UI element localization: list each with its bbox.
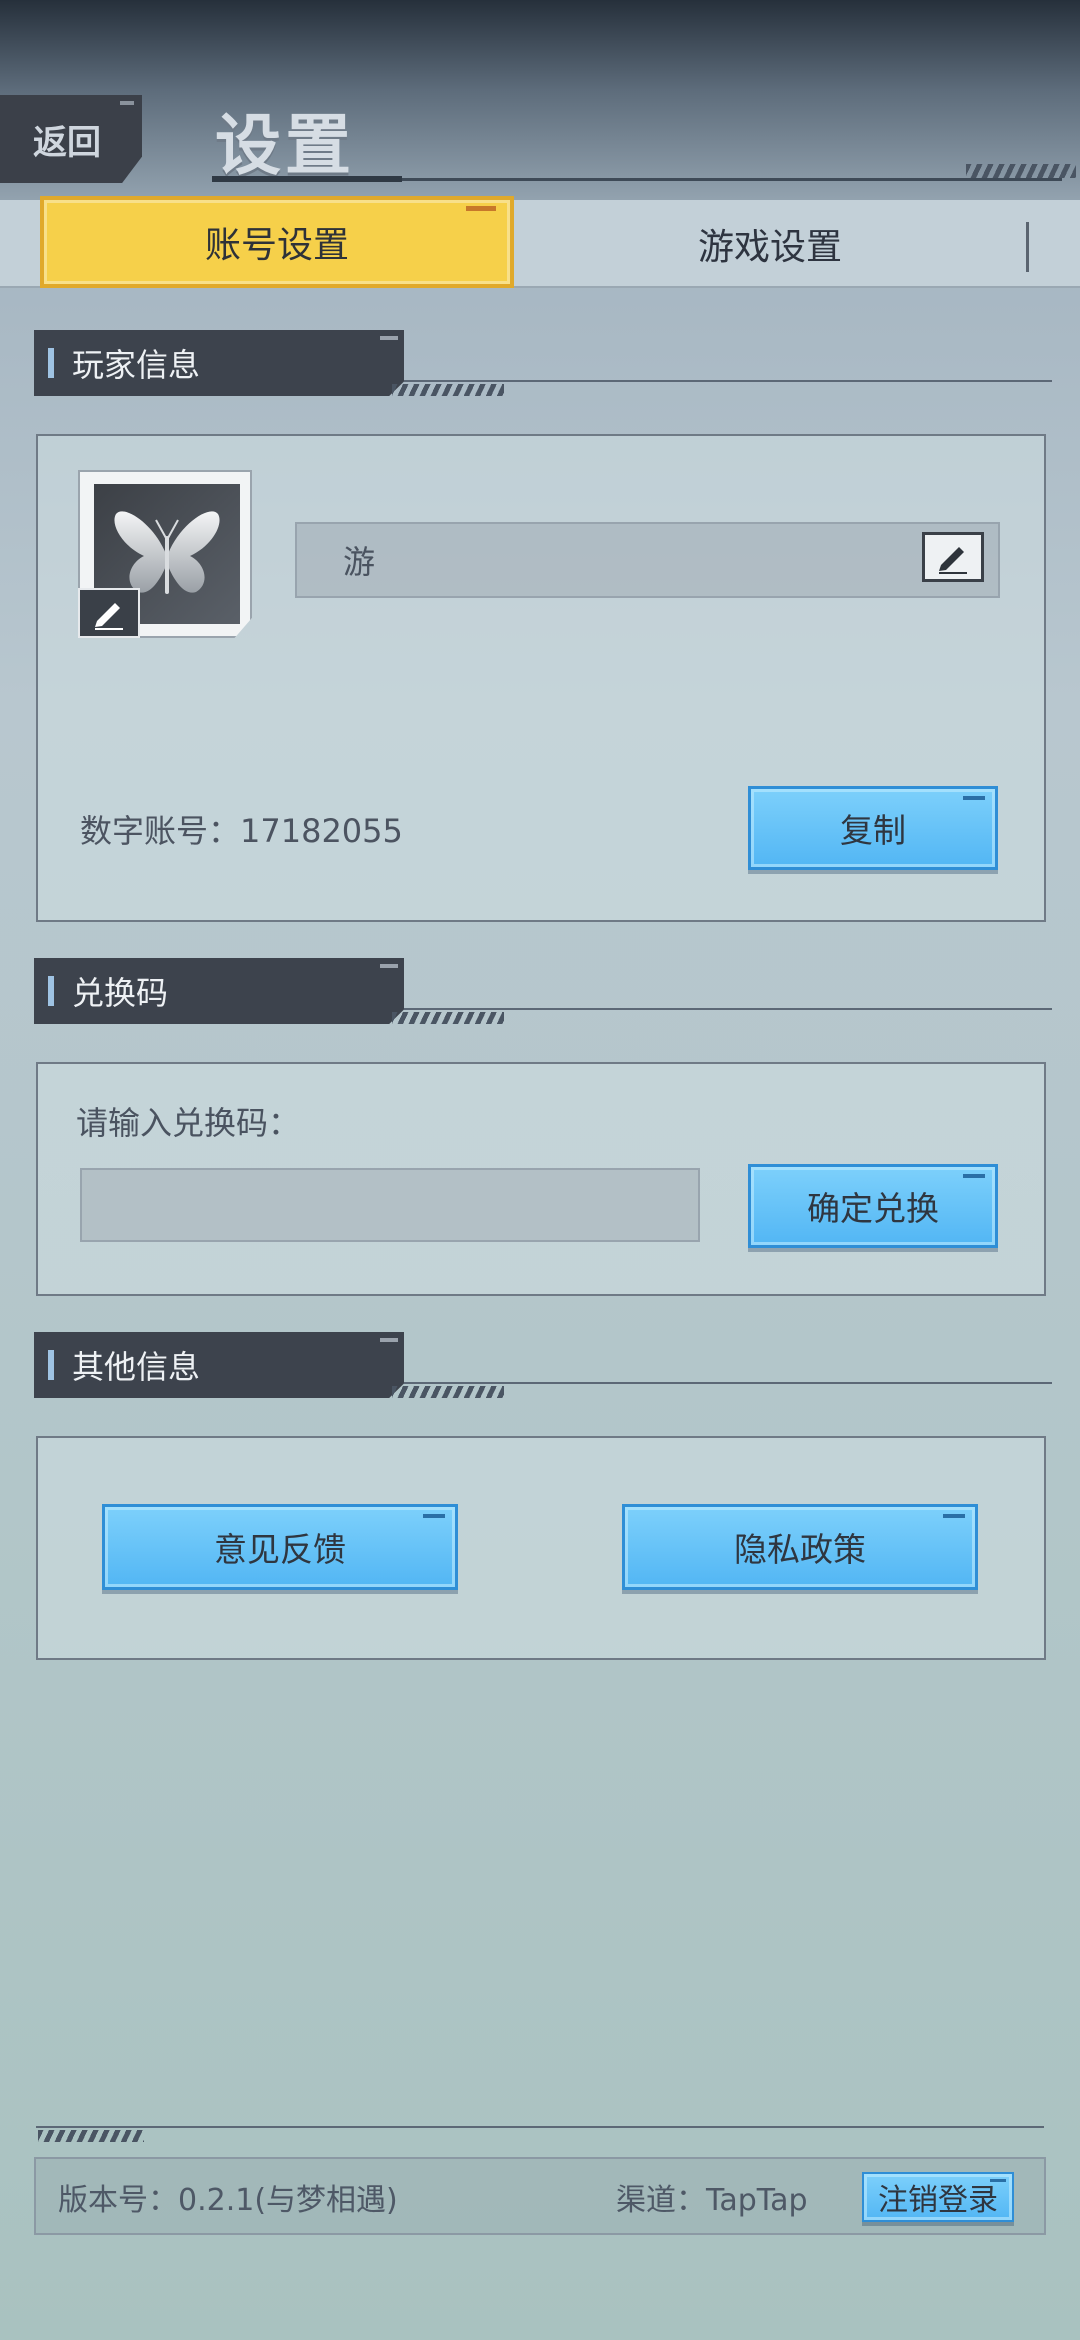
corner-mark [380, 964, 398, 968]
edit-icon [939, 547, 967, 574]
footer-hatch [38, 2130, 144, 2142]
corner-mark [963, 1174, 985, 1178]
nickname-field[interactable]: 游 [295, 522, 1000, 598]
copy-label: 复制 [840, 811, 906, 850]
redeem-prompt: 请输入兑换码： [76, 1104, 301, 1142]
channel-label: 渠道：TapTap [616, 2183, 808, 2218]
section-line [404, 1382, 1052, 1384]
section-line [404, 380, 1052, 382]
tab-account-settings[interactable]: 账号设置 [40, 196, 514, 288]
version-label: 版本号：0.2.1(与梦相遇) [58, 2183, 398, 2218]
corner-mark [423, 1514, 445, 1518]
title-underline-accent [212, 176, 402, 182]
corner-mark [990, 2179, 1006, 2182]
nickname-value: 游 [343, 543, 376, 581]
section-bar [48, 1350, 54, 1380]
section-title: 兑换码 [72, 974, 169, 1012]
edit-icon [95, 603, 123, 630]
section-title: 玩家信息 [72, 346, 201, 384]
corner-mark [466, 206, 496, 211]
section-bar [48, 976, 54, 1006]
title-hatch-decoration [966, 164, 1076, 178]
section-line [404, 1008, 1052, 1010]
page-title: 设置 [215, 107, 355, 184]
privacy-policy-button[interactable]: 隐私政策 [622, 1504, 978, 1590]
confirm-redeem-button[interactable]: 确定兑换 [748, 1164, 998, 1248]
logout-label: 注销登录 [878, 2183, 998, 2218]
redeem-code-input[interactable] [80, 1168, 700, 1242]
nickname-edit-button[interactable] [922, 532, 984, 582]
feedback-button[interactable]: 意见反馈 [102, 1504, 458, 1590]
confirm-label: 确定兑换 [807, 1189, 939, 1228]
section-hatch [392, 384, 504, 396]
section-header-other-info: 其他信息 [34, 1332, 404, 1398]
privacy-label: 隐私政策 [734, 1530, 866, 1569]
tab-game-settings[interactable]: 游戏设置 [560, 200, 980, 288]
section-header-redeem: 兑换码 [34, 958, 404, 1024]
tab-divider [1026, 222, 1029, 272]
tab-label: 游戏设置 [697, 227, 842, 268]
back-button[interactable]: 返回 [0, 95, 142, 183]
corner-mark [380, 336, 398, 340]
footer-line [36, 2126, 1044, 2128]
section-title: 其他信息 [72, 1348, 201, 1386]
corner-mark [943, 1514, 965, 1518]
section-hatch [392, 1012, 504, 1024]
section-hatch [392, 1386, 504, 1398]
tab-label: 账号设置 [204, 225, 349, 266]
copy-button[interactable]: 复制 [748, 786, 998, 870]
feedback-label: 意见反馈 [214, 1530, 346, 1569]
avatar-edit-button[interactable] [78, 588, 140, 638]
corner-mark [380, 1338, 398, 1342]
section-bar [48, 348, 54, 378]
corner-mark [120, 101, 134, 105]
logout-button[interactable]: 注销登录 [862, 2172, 1014, 2222]
back-label: 返回 [33, 122, 101, 163]
account-number: 数字账号：17182055 [80, 812, 403, 850]
section-header-player-info: 玩家信息 [34, 330, 404, 396]
corner-mark [963, 796, 985, 800]
